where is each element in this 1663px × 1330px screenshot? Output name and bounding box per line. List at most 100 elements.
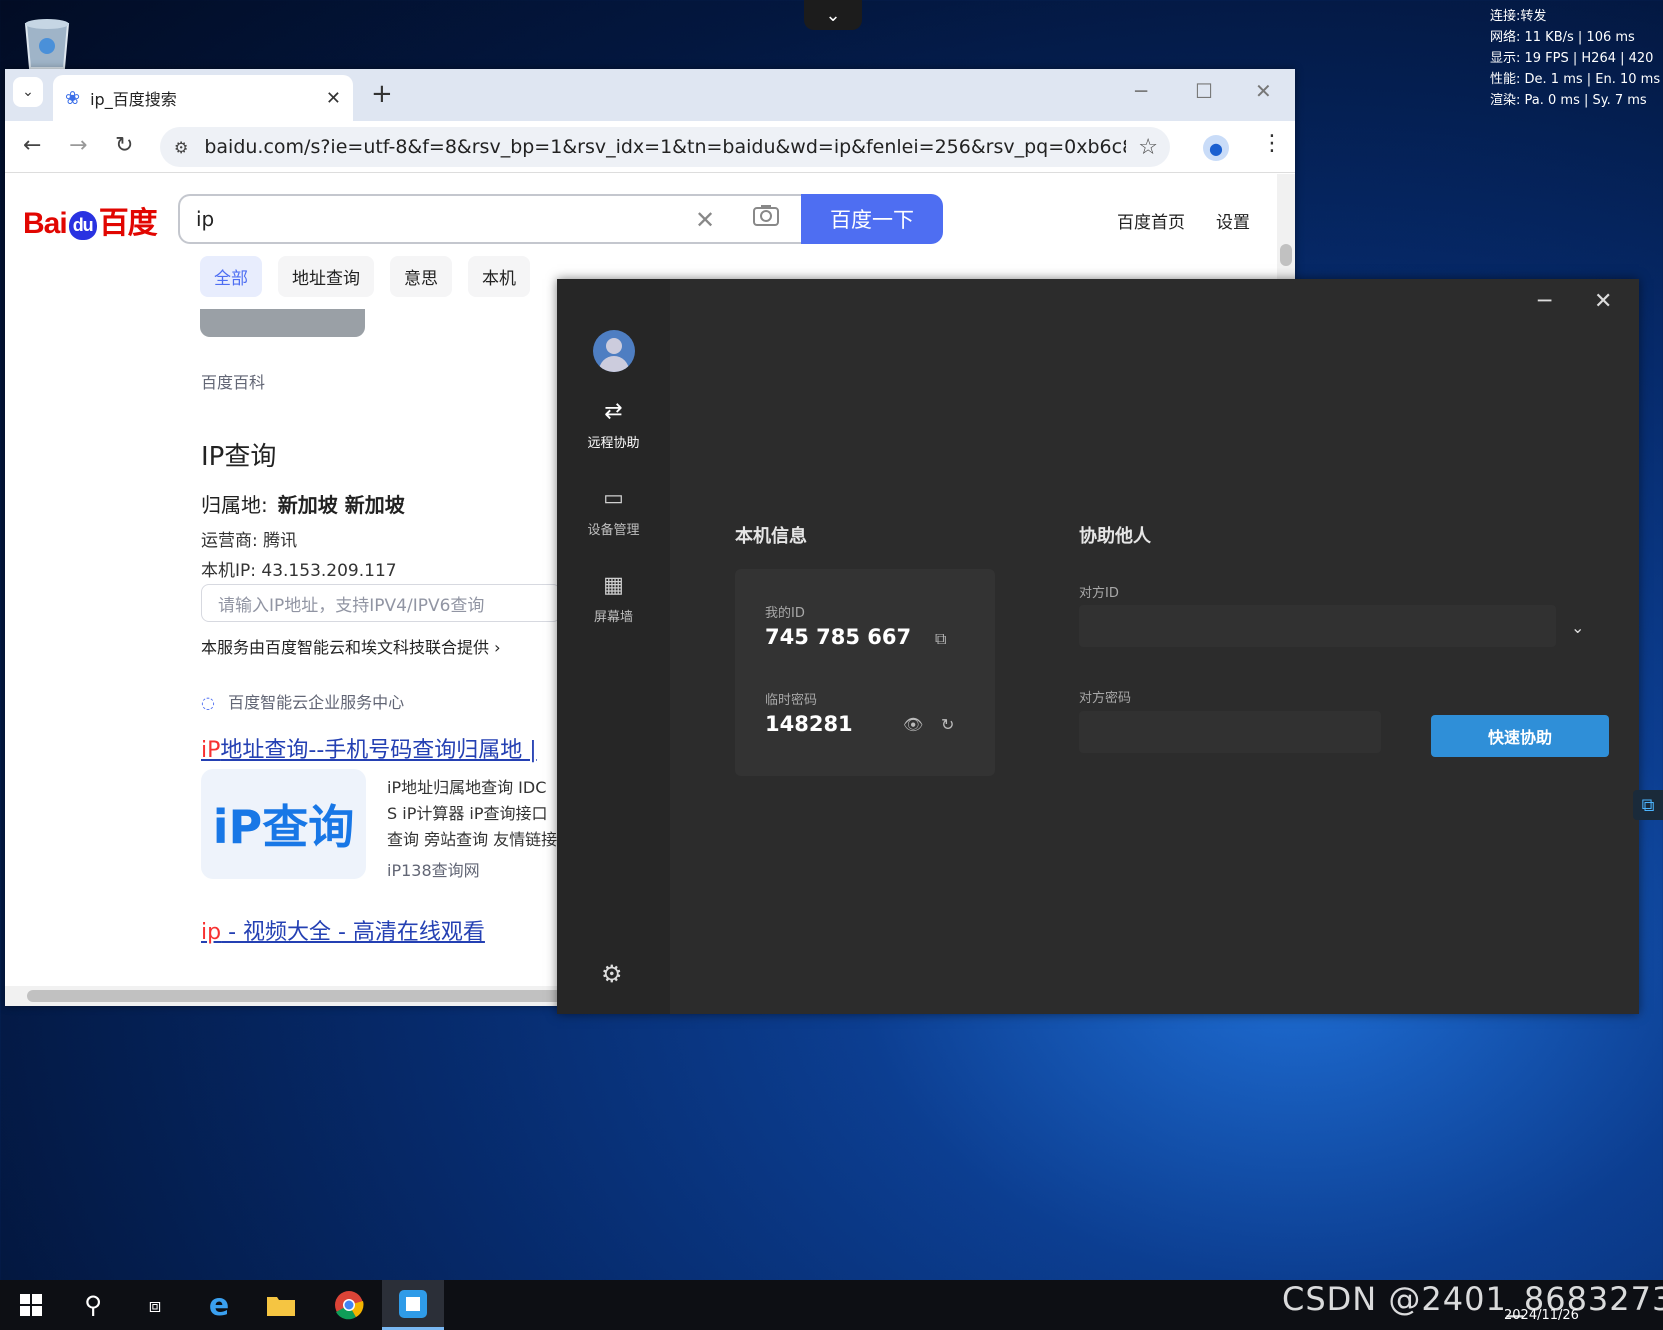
stat-line: 性能: De. 1 ms | En. 10 ms: [1490, 72, 1661, 87]
stat-line: 连接:转发: [1490, 9, 1547, 24]
star-icon[interactable]: ☆: [1138, 135, 1158, 160]
cloud-logo-icon: ◌: [201, 693, 215, 712]
settings-link[interactable]: 设置: [1216, 208, 1250, 233]
app-sidebar: ⇄ 远程协助 ▭ 设备管理 ▦ 屏幕墙 ⚙: [557, 279, 670, 1014]
copy-icon[interactable]: ⧉: [935, 629, 946, 649]
close-icon[interactable]: ✕: [1594, 289, 1612, 314]
tab-title: ip_百度搜索: [90, 90, 177, 109]
result-snippet: 查询 旁站查询 友情链接: [387, 830, 558, 849]
location-label: 归属地:: [201, 493, 268, 517]
subtab-all[interactable]: 全部: [200, 256, 262, 297]
ip-card-title: IP查询: [201, 442, 277, 472]
peer-password-label: 对方密码: [1079, 691, 1132, 706]
nav-remote-assist[interactable]: ⇄ 远程协助: [557, 399, 670, 451]
subtab-address[interactable]: 地址查询: [278, 256, 374, 297]
devices-icon: ▭: [603, 486, 624, 511]
result-snippet: S iP计算器 iP查询接口: [387, 804, 548, 823]
remote-app-icon[interactable]: [382, 1280, 444, 1330]
eye-icon[interactable]: 👁: [903, 715, 923, 734]
ip-isp: 运营商: 腾讯: [201, 531, 298, 551]
toolbar: ← → ↻ ⚙ baidu.com/s?ie=utf-8&f=8&rsv_bp=…: [5, 121, 1295, 173]
new-tab-button[interactable]: +: [371, 79, 393, 109]
previous-result-image[interactable]: [200, 309, 365, 337]
menu-kebab-icon[interactable]: ⋮: [1261, 131, 1283, 156]
nav-label: 设备管理: [587, 523, 640, 538]
reload-icon[interactable]: ↻: [115, 133, 133, 158]
service-source-label: 百度智能云企业服务中心: [228, 693, 405, 712]
close-window-icon[interactable]: ✕: [1255, 79, 1272, 103]
nav-label: 远程协助: [587, 436, 640, 451]
scroll-thumb[interactable]: [1280, 244, 1292, 266]
result-link-1[interactable]: iP地址查询--手机号码查询归属地 |: [201, 732, 537, 764]
search-button[interactable]: 百度一下: [801, 194, 943, 244]
subtab-meaning[interactable]: 意思: [390, 256, 452, 297]
tab-active[interactable]: ❀ ip_百度搜索 ✕: [53, 75, 353, 121]
peer-password-input[interactable]: [1079, 711, 1381, 753]
avatar[interactable]: [593, 330, 635, 372]
result-link-2[interactable]: ip - 视频大全 - 高清在线观看: [201, 914, 485, 946]
nav-device-management[interactable]: ▭ 设备管理: [557, 486, 670, 538]
search-subtabs: 全部 地址查询 意思 本机: [200, 256, 530, 297]
baidu-logo[interactable]: Bai du 百度: [23, 198, 158, 242]
service-source[interactable]: ◌ 百度智能云企业服务中心: [201, 689, 404, 713]
peer-id-input[interactable]: [1079, 605, 1556, 647]
search-icon[interactable]: ⚲: [62, 1280, 124, 1330]
swap-arrows-icon: ⇄: [604, 399, 623, 424]
recycle-bin-icon[interactable]: [20, 10, 74, 70]
result-title: 地址查询--手机号码查询归属地 |: [220, 738, 537, 763]
tab-search-button[interactable]: ⌄: [13, 77, 43, 107]
chrome-icon[interactable]: [318, 1280, 380, 1330]
local-info-card: 我的ID 745 785 667 ⧉ 临时密码 148281 👁 ↻: [735, 569, 995, 776]
minimize-icon[interactable]: ─: [1135, 79, 1147, 103]
address-bar[interactable]: ⚙ baidu.com/s?ie=utf-8&f=8&rsv_bp=1&rsv_…: [160, 127, 1170, 167]
back-arrow-icon[interactable]: ←: [23, 133, 41, 158]
watermark: CSDN @2401_86832735: [1282, 1280, 1663, 1318]
minimize-icon[interactable]: ─: [1538, 289, 1551, 314]
settings-gear-icon[interactable]: ⚙: [601, 960, 623, 988]
temp-password-value: 148281: [765, 712, 853, 736]
scroll-thumb[interactable]: [27, 990, 587, 1002]
grid-icon: ▦: [603, 573, 624, 598]
baike-source[interactable]: 百度百科: [201, 369, 265, 393]
nav-label: 屏幕墙: [593, 610, 633, 625]
profile-icon[interactable]: ●: [1203, 135, 1229, 161]
subtab-local[interactable]: 本机: [468, 256, 530, 297]
tab-bar: ⌄ ❀ ip_百度搜索 ✕ + ─ ☐ ✕: [5, 69, 1295, 121]
nav-screen-wall[interactable]: ▦ 屏幕墙: [557, 573, 670, 625]
file-explorer-icon[interactable]: [250, 1280, 312, 1330]
ip-query-input[interactable]: 请输入IP地址，支持IPV4/IPV6查询: [201, 584, 561, 622]
url-text[interactable]: baidu.com/s?ie=utf-8&f=8&rsv_bp=1&rsv_id…: [204, 136, 1126, 158]
session-toolbar-toggle[interactable]: ⌄: [804, 0, 862, 30]
home-link[interactable]: 百度首页: [1117, 208, 1185, 233]
start-icon[interactable]: [0, 1280, 62, 1330]
stat-line: 网络: 11 KB/s | 106 ms: [1490, 30, 1635, 45]
my-id-value: 745 785 667: [765, 625, 912, 649]
chevron-down-icon[interactable]: ⌄: [1571, 618, 1584, 637]
ip-location: 归属地: 新加坡 新加坡: [201, 489, 405, 518]
result-highlight: ip: [201, 920, 222, 945]
local-ip: 本机IP: 43.153.209.117: [201, 561, 397, 581]
result-snippet: iP地址归属地查询 IDC: [387, 778, 547, 797]
search-query[interactable]: ip: [196, 207, 214, 231]
forward-arrow-icon[interactable]: →: [69, 133, 87, 158]
quick-assist-button[interactable]: 快速协助: [1431, 715, 1609, 757]
task-view-icon[interactable]: ⧈: [124, 1280, 186, 1330]
maximize-icon[interactable]: ☐: [1195, 79, 1213, 103]
camera-icon[interactable]: [753, 204, 779, 232]
ip-service-note[interactable]: 本服务由百度智能云和埃文科技联合提供 ›: [201, 634, 501, 658]
assist-others-title: 协助他人: [1079, 526, 1151, 547]
clear-search-icon[interactable]: ✕: [695, 206, 715, 234]
close-tab-icon[interactable]: ✕: [326, 88, 341, 109]
result-highlight: iP: [201, 738, 221, 763]
floating-app-icon[interactable]: ⧉: [1633, 790, 1663, 820]
result-source[interactable]: iP138查询网: [387, 857, 480, 881]
site-info-icon[interactable]: ⚙: [174, 138, 188, 157]
result-thumbnail[interactable]: iP查询: [201, 769, 366, 879]
edge-icon[interactable]: e: [188, 1280, 250, 1330]
baidu-paw-icon: ❀: [65, 87, 81, 109]
refresh-icon[interactable]: ↻: [941, 715, 954, 734]
remote-assist-window: ⇄ 远程协助 ▭ 设备管理 ▦ 屏幕墙 ⚙ ─ ✕ 本机信息 我的ID 745 …: [557, 279, 1639, 1014]
result-title: - 视频大全 - 高清在线观看: [221, 920, 485, 945]
stat-line: 渲染: Pa. 0 ms | Sy. 7 ms: [1490, 93, 1647, 108]
logo-paw: du: [68, 210, 97, 240]
